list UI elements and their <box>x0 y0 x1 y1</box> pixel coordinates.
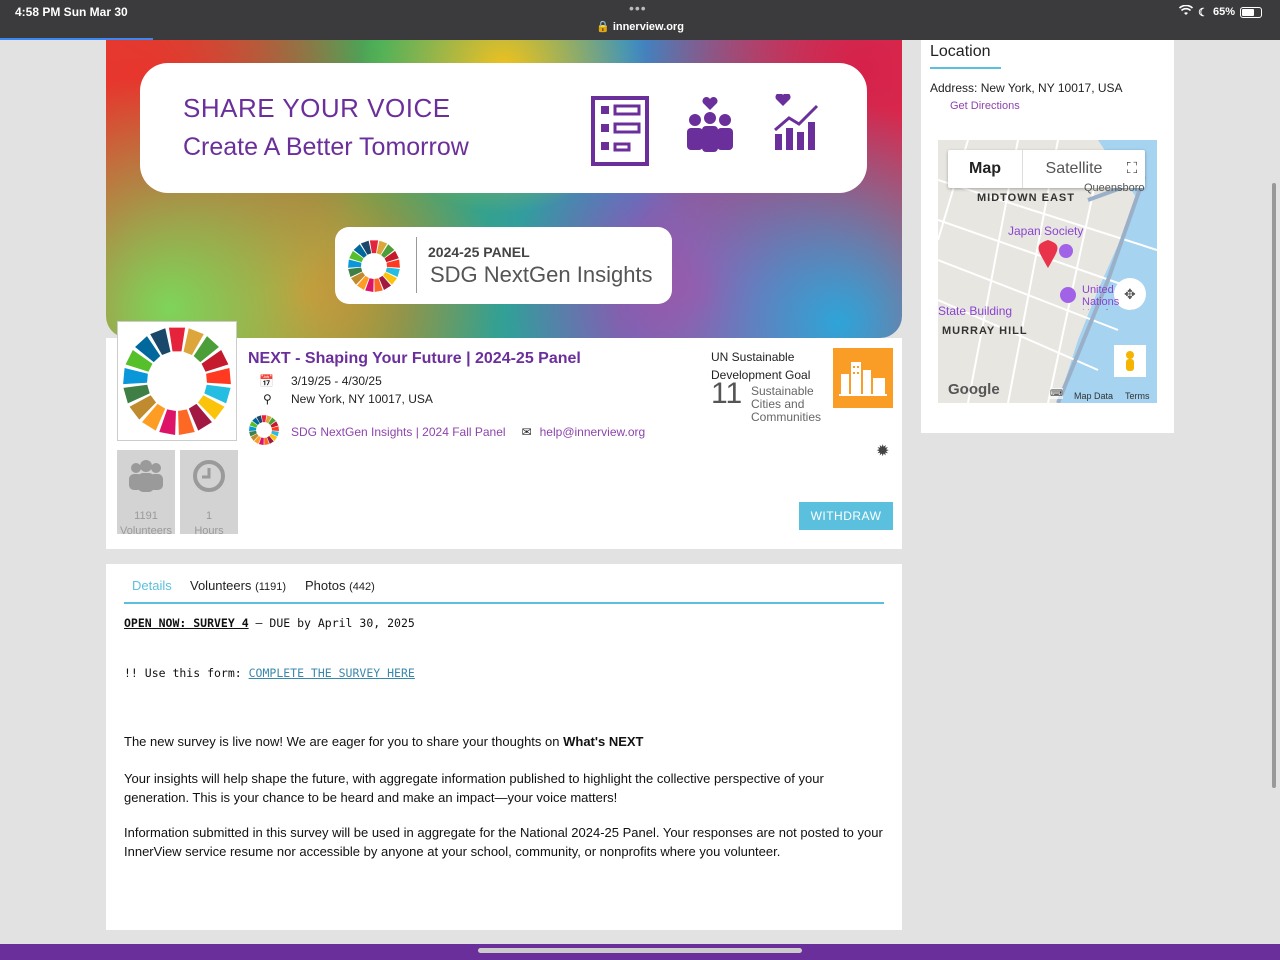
form-prefix: !! Use this form: <box>124 666 249 680</box>
volunteers-stat: 1191 Volunteers <box>117 450 175 537</box>
status-bar: 4:58 PM Sun Mar 30 ••• 🔒 innerview.org ☾… <box>0 0 1280 40</box>
hours-label: Hours <box>194 525 224 537</box>
event-info-card: NEXT - Shaping Your Future | 2024-25 Pan… <box>106 321 902 549</box>
google-logo: Google <box>948 381 1000 398</box>
hours-count: 1 <box>205 510 213 522</box>
envelope-icon: ✉ <box>521 424 532 439</box>
home-indicator[interactable] <box>478 948 802 953</box>
battery-percent: 65% <box>1212 6 1235 18</box>
battery-icon <box>1240 6 1262 18</box>
status-time: 4:58 PM Sun Mar 30 <box>15 5 128 19</box>
location-heading: Location <box>930 43 991 60</box>
map-data-link[interactable]: Map Data <box>1074 391 1113 401</box>
badge-divider <box>416 237 417 293</box>
tab-photos-count: (442) <box>349 581 375 593</box>
due-date-text: – DUE by April 30, 2025 <box>248 616 415 630</box>
gear-icon[interactable]: ✹ <box>876 441 889 461</box>
intro-bold: What's NEXT <box>563 734 644 749</box>
event-logo <box>117 321 237 441</box>
event-banner: SHARE YOUR VOICE Create A Better Tomorro… <box>106 40 902 338</box>
tab-volunteers-count: (1191) <box>255 581 287 593</box>
sdg-number: 11 <box>711 377 743 410</box>
open-now-label: OPEN NOW: SURVEY 4 <box>124 616 249 630</box>
map-terms-link[interactable]: Terms <box>1125 391 1150 401</box>
survey-form-icon <box>591 96 649 171</box>
sdg-wheel-icon <box>347 239 401 298</box>
community-heart-icon <box>683 96 737 161</box>
map-view-button[interactable]: Map <box>948 150 1023 188</box>
map-label-state-building: State Building <box>938 304 1013 318</box>
location-address: Address: New York, NY 10017, USA <box>930 81 1123 95</box>
banner-headline: SHARE YOUR VOICE <box>183 93 451 123</box>
org-logo-icon <box>248 414 280 449</box>
paragraph-privacy: Information submitted in this survey wil… <box>124 825 883 859</box>
address-bar[interactable]: 🔒 innerview.org <box>0 20 1280 33</box>
volunteers-count: 1191 <box>134 510 158 522</box>
banner-panel-badge: 2024-25 PANEL SDG NextGen Insights <box>335 227 672 304</box>
survey-link[interactable]: COMPLETE THE SURVEY HERE <box>249 666 415 680</box>
calendar-icon: 📅 <box>259 374 274 388</box>
tab-volunteers[interactable]: Volunteers (1191) <box>190 578 286 593</box>
get-directions-link[interactable]: Get Directions <box>950 100 1020 112</box>
withdraw-button[interactable]: WITHDRAW <box>799 502 893 530</box>
banner-slogan-panel: SHARE YOUR VOICE Create A Better Tomorro… <box>140 63 867 193</box>
event-location-row: ⚲ New York, NY 10017, USA <box>259 392 433 406</box>
status-icons: ☾ 65% <box>1179 4 1262 19</box>
group-icon <box>117 458 175 502</box>
volunteers-label: Volunteers <box>120 525 172 537</box>
event-dates: 3/19/25 - 4/30/25 <box>291 374 382 388</box>
sdg-wheel-segment <box>168 327 186 352</box>
event-title: NEXT - Shaping Your Future | 2024-25 Pan… <box>248 350 581 367</box>
tab-volunteers-label: Volunteers <box>190 578 252 593</box>
map-pin-icon: ⚲ <box>263 392 272 406</box>
sdg-goal-block: UN Sustainable Development Goal 11 Susta… <box>711 348 821 424</box>
embedded-map[interactable]: ✥ Map Satellite ⛶ MIDTOWN EAST Japan Soc… <box>938 140 1157 403</box>
tab-photos-label: Photos <box>305 578 346 593</box>
survey-form-line: !! Use this form: COMPLETE THE SURVEY HE… <box>124 664 884 683</box>
more-dots-icon[interactable]: ••• <box>629 0 647 16</box>
page-scrollbar[interactable] <box>1272 183 1276 788</box>
location-card: Location Address: New York, NY 10017, US… <box>921 40 1174 433</box>
moon-icon: ☾ <box>1198 6 1208 19</box>
email-link[interactable]: help@innerview.org <box>540 425 646 439</box>
details-card: Details Volunteers (1191) Photos (442) O… <box>106 564 902 930</box>
sdg-wheel-segment <box>369 240 379 254</box>
sdg11-city-icon <box>833 348 893 408</box>
event-dates-row: 📅 3/19/25 - 4/30/25 <box>259 374 382 388</box>
clock-icon <box>180 458 238 502</box>
event-location: New York, NY 10017, USA <box>291 392 433 406</box>
sdg-label-1: UN Sustainable <box>711 350 795 364</box>
tab-photos[interactable]: Photos (442) <box>305 578 375 593</box>
event-org-row: SDG NextGen Insights | 2024 Fall Panel ✉… <box>248 414 645 449</box>
wifi-icon <box>1179 4 1194 19</box>
map-label-murray-hill: MURRAY HILL <box>942 325 1028 337</box>
growth-chart-icon <box>771 92 825 159</box>
banner-panel-name: SDG NextGen Insights <box>430 262 653 287</box>
banner-subheadline: Create A Better Tomorrow <box>183 133 469 161</box>
paragraph-insights: Your insights will help shape the future… <box>124 771 824 805</box>
map-label-midtown: MIDTOWN EAST <box>977 192 1075 204</box>
org-link[interactable]: SDG NextGen Insights | 2024 Fall Panel <box>291 425 506 439</box>
map-label-queensboro: Queensboro <box>1084 182 1145 194</box>
tab-details[interactable]: Details <box>132 578 172 593</box>
banner-panel-year: 2024-25 PANEL <box>428 244 530 260</box>
sdg-wheel-segment <box>206 368 231 385</box>
survey-status-line: OPEN NOW: SURVEY 4 – DUE by April 30, 20… <box>124 614 884 633</box>
map-keyboard-icon[interactable]: ⌨ <box>1050 388 1063 399</box>
map-label-japan-society: Japan Society <box>1008 224 1084 238</box>
sdg-wheel-segment <box>123 368 148 385</box>
hours-stat: 1 Hours <box>180 450 238 537</box>
sdg-goal-name: Sustainable Cities and Communities <box>751 384 822 424</box>
intro-text: The new survey is live now! We are eager… <box>124 734 564 749</box>
sdg-wheel-segment <box>261 415 267 423</box>
map-label-un-hq: United Nations Headquarters <box>1082 284 1149 310</box>
paragraph-intro: The new survey is live now! We are eager… <box>124 732 884 751</box>
tab-details-label: Details <box>132 578 172 593</box>
location-underline <box>930 67 1001 69</box>
tab-bar: Details Volunteers (1191) Photos (442) <box>124 578 884 604</box>
